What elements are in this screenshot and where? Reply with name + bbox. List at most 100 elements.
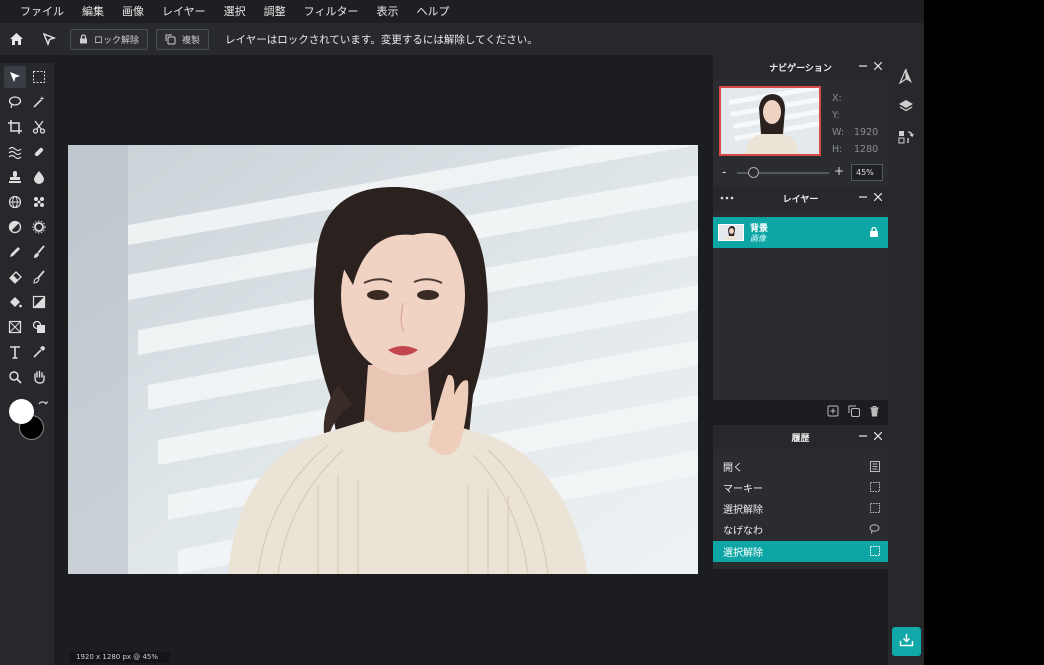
history-item-label: なげなわ — [723, 526, 763, 537]
duplicate-layer-icon[interactable] — [848, 405, 860, 420]
menu-layer[interactable]: レイヤー — [153, 0, 215, 23]
history-title: 履歴 — [791, 433, 810, 444]
navigator-thumbnail[interactable] — [719, 86, 821, 156]
home-icon[interactable] — [0, 23, 32, 55]
layers-header: レイヤー — [713, 186, 888, 210]
menu-file[interactable]: ファイル — [11, 0, 73, 23]
history-item-label: マーキー — [723, 484, 763, 495]
menu-image[interactable]: 画像 — [113, 0, 153, 23]
navigator-info: X: Y: W: 1920 H: 1280 — [832, 90, 878, 158]
outer-background — [924, 0, 1044, 665]
workspace — [54, 55, 713, 665]
unlock-label: ロック解除 — [94, 35, 140, 46]
zoom-control: - + 45% — [713, 163, 888, 183]
history-item-label: 選択解除 — [723, 548, 763, 559]
stamp-icon[interactable] — [4, 166, 26, 188]
editor-app: ファイル 編集 画像 レイヤー 選択 調整 フィルター 表示 ヘルプ ロック解除… — [0, 0, 924, 665]
close-icon[interactable] — [873, 431, 883, 443]
layer-type: 画像 — [750, 234, 766, 243]
move-tool-icon[interactable] — [4, 66, 26, 88]
history-item-label: 選択解除 — [723, 505, 763, 516]
download-button[interactable] — [892, 627, 921, 656]
dodge-icon[interactable] — [4, 216, 26, 238]
eyedropper-icon[interactable] — [28, 341, 50, 363]
more-options-icon[interactable] — [720, 186, 734, 210]
crop-icon[interactable] — [4, 116, 26, 138]
history-item[interactable]: なげなわ — [713, 519, 888, 540]
zoom-in-icon[interactable]: + — [834, 164, 844, 178]
zoom-out-icon[interactable]: - — [722, 165, 726, 179]
hand-icon[interactable] — [28, 366, 50, 388]
canvas-image[interactable] — [68, 145, 698, 574]
blur-drop-icon[interactable] — [28, 166, 50, 188]
h-label: H: — [832, 144, 843, 155]
minimize-icon[interactable] — [859, 62, 867, 73]
w-label: W: — [832, 127, 845, 138]
adjust-icon[interactable] — [897, 67, 915, 85]
history-item[interactable]: 選択解除 — [713, 498, 888, 519]
history-item[interactable]: 開く — [713, 456, 888, 477]
close-icon[interactable] — [873, 192, 883, 204]
sponge-icon[interactable] — [28, 216, 50, 238]
add-layer-icon[interactable] — [827, 405, 839, 420]
brush-icon[interactable] — [28, 241, 50, 263]
move-tool-icon[interactable] — [32, 23, 66, 55]
lock-icon[interactable] — [869, 226, 879, 240]
lasso-icon — [869, 524, 880, 537]
image-placeholder-icon[interactable] — [4, 316, 26, 338]
marquee-icon — [870, 546, 880, 559]
shape-icon[interactable] — [28, 316, 50, 338]
h-value: 1280 — [854, 144, 879, 155]
tools-panel — [0, 63, 54, 665]
panel-icon-strip — [888, 55, 924, 665]
swap-colors-icon[interactable] — [36, 399, 49, 411]
zoom-input[interactable]: 45% — [851, 164, 883, 181]
marquee-icon — [870, 482, 880, 495]
text-icon[interactable] — [4, 341, 26, 363]
w-value: 1920 — [854, 127, 879, 138]
menu-view[interactable]: 表示 — [367, 0, 407, 23]
layer-row[interactable]: 背景 画像 — [713, 217, 888, 248]
history-icon[interactable] — [897, 128, 915, 146]
eraser-icon[interactable] — [4, 266, 26, 288]
menu-adjust[interactable]: 調整 — [255, 0, 295, 23]
history-item-label: 開く — [723, 463, 743, 474]
close-icon[interactable] — [873, 61, 883, 73]
menu-help[interactable]: ヘルプ — [407, 0, 458, 23]
unlock-layer-button[interactable]: ロック解除 — [70, 28, 149, 50]
rectangle-marquee-icon[interactable] — [28, 66, 50, 88]
liquify-icon[interactable] — [4, 141, 26, 163]
duplicate-icon — [165, 34, 176, 45]
menu-select[interactable]: 選択 — [215, 0, 255, 23]
lock-icon — [79, 34, 88, 44]
menu-edit[interactable]: 編集 — [73, 0, 113, 23]
history-header: 履歴 — [713, 425, 888, 449]
minimize-icon[interactable] — [859, 193, 867, 204]
layer-thumbnail — [718, 224, 744, 241]
gradient-icon[interactable] — [28, 291, 50, 313]
layers-icon[interactable] — [897, 97, 915, 115]
pattern-icon[interactable] — [28, 191, 50, 213]
layers-title: レイヤー — [782, 194, 819, 205]
document-icon — [870, 461, 880, 475]
zoom-icon[interactable] — [4, 366, 26, 388]
foreground-color-swatch[interactable] — [9, 399, 34, 424]
magic-wand-icon[interactable] — [28, 91, 50, 113]
pencil-icon[interactable] — [4, 241, 26, 263]
zoom-slider-handle[interactable] — [748, 167, 759, 178]
minimize-icon[interactable] — [859, 432, 867, 443]
duplicate-button[interactable]: 複製 — [156, 28, 210, 50]
history-item-selected[interactable]: 選択解除 — [713, 541, 888, 562]
lock-message: レイヤーはロックされています。変更するには解除してください。 — [225, 33, 538, 46]
menu-filter[interactable]: フィルター — [295, 0, 368, 23]
lasso-icon[interactable] — [4, 91, 26, 113]
history-item[interactable]: マーキー — [713, 477, 888, 498]
bandage-icon[interactable] — [28, 141, 50, 163]
trash-icon[interactable] — [869, 405, 880, 420]
paint-bucket-icon[interactable] — [4, 291, 26, 313]
status-bar: 1920 x 1280 px @ 45% — [70, 652, 170, 663]
scissors-icon[interactable] — [28, 116, 50, 138]
menu-bar: ファイル 編集 画像 レイヤー 選択 調整 フィルター 表示 ヘルプ — [0, 0, 924, 23]
globe-icon[interactable] — [4, 191, 26, 213]
color-replace-icon[interactable] — [28, 266, 50, 288]
